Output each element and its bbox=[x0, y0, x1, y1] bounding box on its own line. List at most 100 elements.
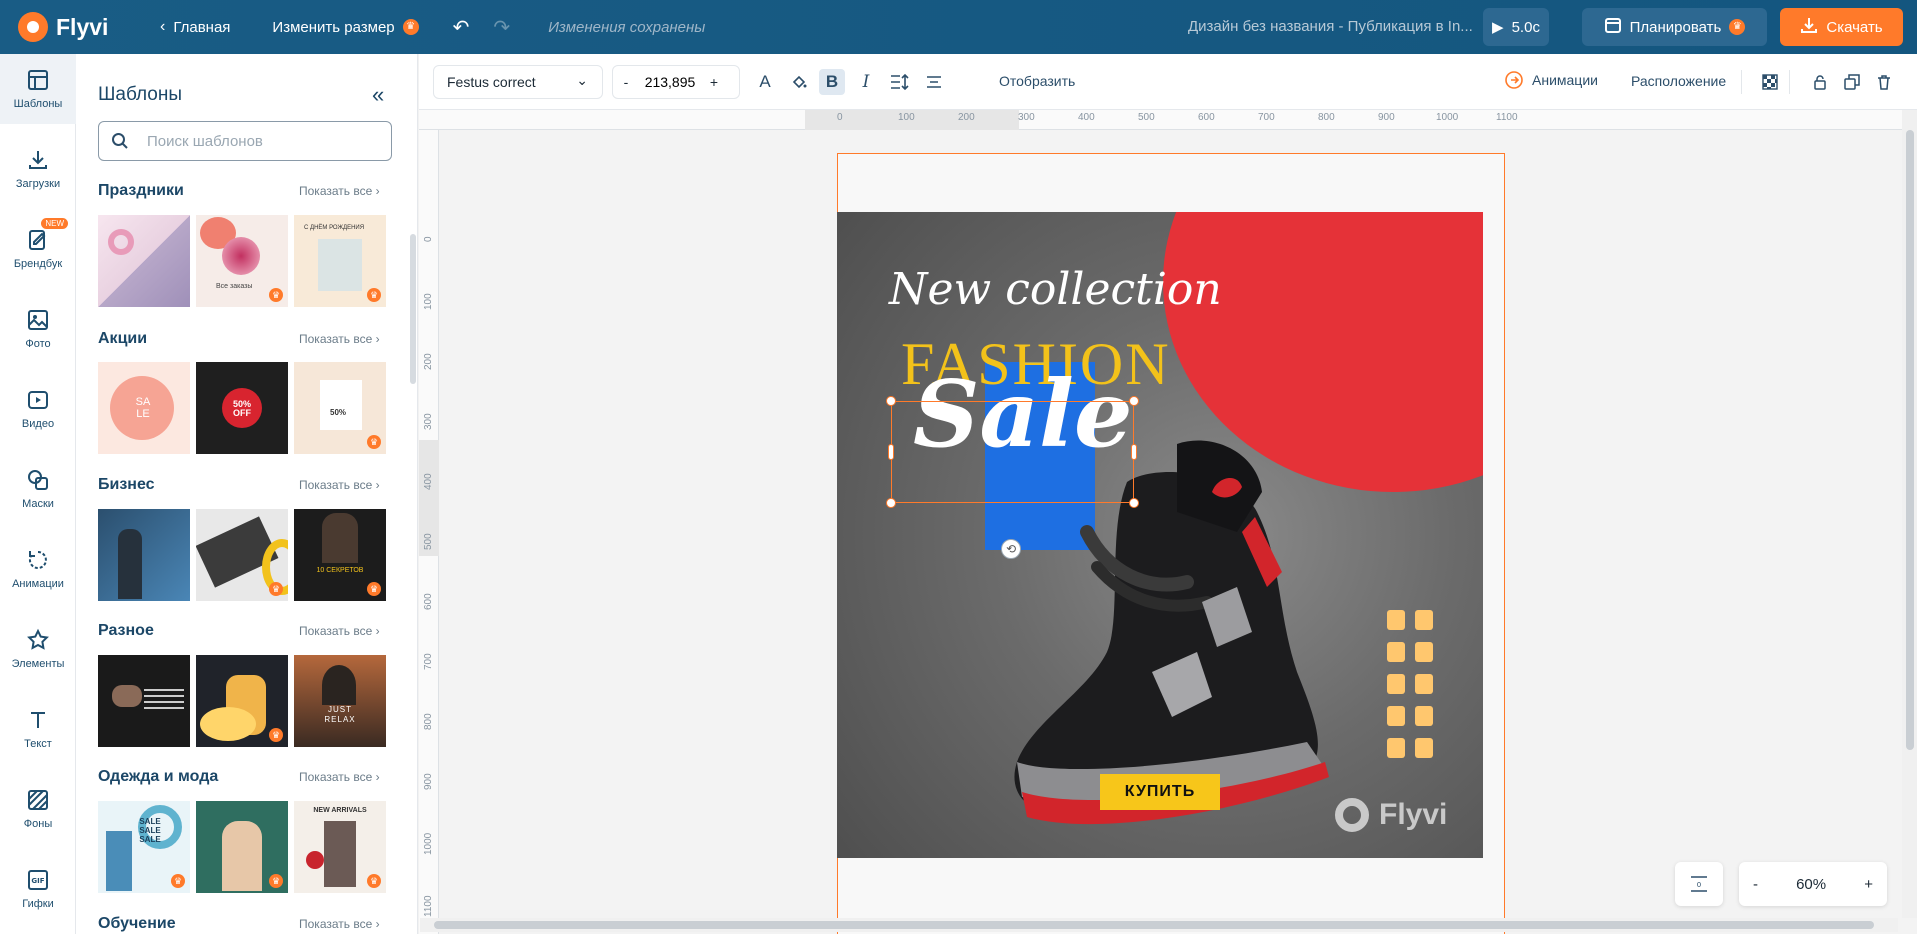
resize-handle-top-right[interactable] bbox=[1129, 396, 1139, 406]
template-thumb[interactable]: С ДНЁМ РОЖДЕНИЯ ♛ bbox=[294, 215, 386, 307]
template-thumb[interactable]: Все заказы ♛ bbox=[196, 215, 288, 307]
selection-box[interactable] bbox=[891, 401, 1134, 503]
show-all-business[interactable]: Показать все › bbox=[299, 478, 380, 492]
logo-icon bbox=[18, 12, 48, 42]
rail-item-video[interactable]: Видео bbox=[0, 374, 76, 444]
download-button[interactable]: Скачать bbox=[1780, 8, 1903, 46]
template-thumb[interactable]: NEW ARRIVALS ♛ bbox=[294, 801, 386, 893]
rail-item-elements[interactable]: Элементы bbox=[0, 614, 76, 684]
rotate-icon[interactable]: ⟲ bbox=[1001, 539, 1021, 559]
ruler-label: 900 bbox=[1378, 112, 1395, 123]
animations-button[interactable]: Анимации bbox=[1504, 70, 1598, 90]
rail-item-brandbook[interactable]: NEW Брендбук bbox=[0, 214, 76, 284]
ruler-label: 500 bbox=[1138, 112, 1155, 123]
video-icon bbox=[28, 391, 48, 409]
rail-item-templates[interactable]: Шаблоны bbox=[0, 54, 76, 124]
panel-scrollbar[interactable] bbox=[410, 234, 416, 384]
plan-button[interactable]: Планировать ♛ bbox=[1582, 8, 1767, 46]
template-thumb[interactable]: 50% ♛ bbox=[294, 362, 386, 454]
font-size-increase[interactable]: + bbox=[701, 74, 727, 90]
search-box[interactable] bbox=[98, 121, 392, 161]
align-center-icon[interactable] bbox=[921, 69, 947, 95]
template-thumb[interactable] bbox=[98, 215, 190, 307]
rail-item-animations[interactable]: Анимации bbox=[0, 534, 76, 604]
crown-icon: ♛ bbox=[269, 728, 283, 742]
resize-handle-top-left[interactable] bbox=[886, 396, 896, 406]
resize-handle-left[interactable] bbox=[888, 444, 894, 460]
rail-item-uploads[interactable]: Загрузки bbox=[0, 134, 76, 204]
template-thumb[interactable] bbox=[98, 655, 190, 747]
rail-label: Шаблоны bbox=[13, 98, 63, 110]
show-all-sales[interactable]: Показать все › bbox=[299, 332, 380, 346]
template-thumb[interactable]: ♛ bbox=[196, 655, 288, 747]
crown-icon: ♛ bbox=[367, 582, 381, 596]
template-thumb[interactable] bbox=[98, 509, 190, 601]
template-thumb[interactable]: 50% OFF bbox=[196, 362, 288, 454]
crown-icon: ♛ bbox=[367, 435, 381, 449]
line-spacing-icon[interactable] bbox=[887, 69, 913, 95]
fit-to-screen-button[interactable]: 0 bbox=[1675, 862, 1723, 906]
show-all-holidays[interactable]: Показать все › bbox=[299, 184, 380, 198]
horizontal-scrollbar[interactable] bbox=[420, 918, 1898, 932]
design-artwork[interactable]: New collection FASHION Sale КУПИТЬ Flyvi bbox=[837, 212, 1483, 858]
bold-icon[interactable]: B bbox=[819, 69, 845, 95]
font-size-decrease[interactable]: - bbox=[613, 74, 639, 90]
resize-handle-bottom-right[interactable] bbox=[1129, 498, 1139, 508]
preview-button[interactable]: ▶ 5.0с bbox=[1483, 8, 1549, 46]
crown-icon: ♛ bbox=[367, 288, 381, 302]
crown-icon: ♛ bbox=[269, 874, 283, 888]
undo-icon[interactable]: ↶ bbox=[453, 15, 470, 40]
font-size-input[interactable] bbox=[639, 74, 701, 90]
show-all-misc[interactable]: Показать все › bbox=[299, 624, 380, 638]
templates-panel: Шаблоны « Праздники Показать все › Все з… bbox=[76, 54, 418, 934]
show-all-label: Показать все bbox=[299, 332, 373, 346]
zoom-out-button[interactable]: - bbox=[1753, 876, 1758, 893]
scrollbar-thumb[interactable] bbox=[434, 921, 1874, 929]
fill-bucket-icon[interactable] bbox=[786, 69, 812, 95]
template-thumb[interactable]: ♛ bbox=[196, 509, 288, 601]
template-thumb[interactable]: ♛ bbox=[196, 801, 288, 893]
rail-item-gifs[interactable]: GIF Гифки bbox=[0, 854, 76, 924]
show-all-fashion[interactable]: Показать все › bbox=[299, 770, 380, 784]
rail-label: Видео bbox=[21, 418, 55, 430]
logo[interactable]: Flyvi bbox=[18, 12, 118, 42]
document-title[interactable]: Дизайн без названия - Публикация в In... bbox=[1188, 18, 1473, 35]
resize-button[interactable]: Изменить размер ♛ bbox=[272, 19, 419, 36]
transparency-icon[interactable] bbox=[1757, 69, 1783, 95]
ruler-label: 500 bbox=[423, 533, 434, 550]
font-select[interactable]: Festus correct ⌄ bbox=[433, 65, 603, 99]
decor-dots[interactable] bbox=[1387, 610, 1433, 760]
rail-item-text[interactable]: Текст bbox=[0, 694, 76, 764]
fit-label: 0 bbox=[1697, 881, 1701, 889]
template-thumb[interactable]: JUST RELAX bbox=[294, 655, 386, 747]
font-size-stepper[interactable]: - + bbox=[612, 65, 740, 99]
rail-item-backgrounds[interactable]: Фоны bbox=[0, 774, 76, 844]
vertical-scrollbar[interactable] bbox=[1902, 110, 1917, 918]
text-color-icon[interactable]: A bbox=[752, 69, 778, 95]
rail-item-masks[interactable]: Маски bbox=[0, 454, 76, 524]
rail-item-photo[interactable]: Фото bbox=[0, 294, 76, 364]
search-icon bbox=[112, 133, 128, 149]
headline-new-collection[interactable]: New collection bbox=[889, 264, 1222, 315]
redo-icon[interactable]: ↷ bbox=[493, 15, 510, 40]
home-link[interactable]: ‹ Главная bbox=[160, 18, 230, 36]
zoom-in-button[interactable]: + bbox=[1864, 876, 1873, 893]
resize-handle-bottom-left[interactable] bbox=[886, 498, 896, 508]
duplicate-icon[interactable] bbox=[1839, 69, 1865, 95]
delete-icon[interactable] bbox=[1871, 69, 1897, 95]
collapse-panel-icon[interactable]: « bbox=[372, 82, 384, 108]
dot bbox=[1387, 738, 1405, 758]
template-thumb[interactable]: 10 СЕКРЕТОВ ♛ bbox=[294, 509, 386, 601]
search-input[interactable] bbox=[147, 132, 367, 150]
scrollbar-thumb[interactable] bbox=[1906, 130, 1914, 750]
mirror-button[interactable]: Отобразить bbox=[999, 73, 1075, 89]
template-thumb[interactable]: SA LE bbox=[98, 362, 190, 454]
ruler-horizontal: 0 100 200 300 400 500 600 700 800 900 10… bbox=[419, 110, 1917, 130]
buy-button[interactable]: КУПИТЬ bbox=[1100, 774, 1220, 810]
italic-icon[interactable]: I bbox=[853, 69, 879, 95]
position-button[interactable]: Расположение bbox=[1631, 73, 1726, 89]
template-thumb[interactable]: SALE SALE SALE ♛ bbox=[98, 801, 190, 893]
lock-icon[interactable] bbox=[1807, 69, 1833, 95]
resize-handle-right[interactable] bbox=[1131, 444, 1137, 460]
show-all-education[interactable]: Показать все › bbox=[299, 917, 380, 931]
